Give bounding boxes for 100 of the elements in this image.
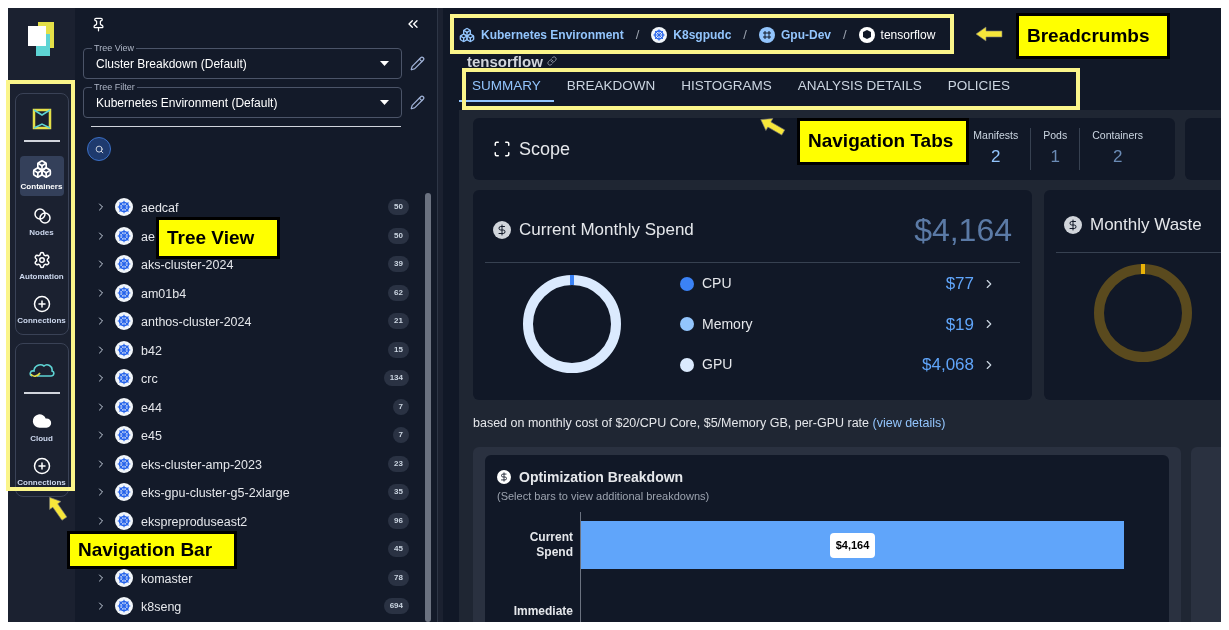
helm-icon [115,568,133,587]
tree-item-label[interactable]: komaster [141,571,193,586]
scope-icon [493,140,511,158]
dollar-icon [497,470,511,485]
dollar-icon [493,221,511,239]
breadcrumb-link[interactable]: K8sgpudc [673,26,732,44]
callout-label: Navigation Tabs [797,118,969,165]
helm-icon [115,597,133,616]
count-badge: 45 [388,541,409,558]
link-icon[interactable] [546,56,557,66]
tab[interactable]: SUMMARY [459,72,554,102]
nav-item[interactable]: Connections [19,454,64,492]
card-title: Current Monthly Spend [519,219,694,242]
tree-item-label[interactable]: e45 [141,429,162,444]
stat-value: 2 [991,146,1001,169]
nodes-icon [31,205,52,225]
helm-icon [115,198,133,217]
breadcrumb-separator: / [843,26,847,45]
count-badge: 50 [388,227,409,244]
helm-icon [115,226,133,245]
plus-circle-icon [32,457,51,475]
tree-item-label[interactable]: aks-cluster-2024 [141,258,234,273]
count-badge: 15 [388,341,409,358]
stat-label: Pods [1043,128,1068,144]
bar-category-label: Current Spend [528,530,573,561]
plus-circle-icon [32,295,51,313]
breadcrumb-separator: / [743,26,747,45]
count-badge: 21 [388,313,409,330]
nav-item[interactable]: Containers [19,156,64,196]
dollar-icon [1064,216,1082,234]
tab[interactable]: ANALYSIS DETAILS [784,72,935,102]
tree-item-label[interactable]: ae [141,229,155,244]
card-title: Monthly Waste [1090,214,1202,237]
breadcrumb-link[interactable]: Kubernetes Environment [481,26,624,44]
breadcrumb-link[interactable]: Gpu-Dev [780,26,831,44]
tree-item-label[interactable]: b42 [141,343,162,358]
nav-item[interactable]: Cloud [19,408,64,448]
tree-item-label[interactable]: eks-gpu-cluster-g5-2xlarge [141,486,290,501]
helm-icon [651,27,668,43]
helm-icon [115,426,133,445]
tree-item-label[interactable]: ekspreproduseast2 [141,514,248,529]
callout-label: Tree View [156,217,280,259]
count-badge: 50 [388,199,409,216]
nav-item[interactable]: Connections [19,292,64,330]
view-details-link[interactable]: (view details) [872,416,946,430]
breadcrumb-current: tensorflow [880,27,936,44]
tree-item-label[interactable]: anthos-cluster-2024 [141,315,252,330]
tab[interactable]: BREAKDOWN [553,72,669,102]
caret-icon [380,100,389,105]
caret-icon [380,61,389,66]
tree-item-label[interactable]: k8seng [141,600,182,615]
legend-label: GPU [702,355,734,375]
tab[interactable]: HISTOGRAMS [668,72,785,102]
boxes-icon [31,159,52,179]
nav-item[interactable]: Automation [19,248,64,286]
helm-icon [115,483,133,502]
helm-icon [115,283,133,302]
count-badge: 694 [383,598,409,615]
card-title: Optimization Breakdown [519,467,684,487]
helm-icon [115,397,133,416]
chart-bar[interactable]: $4,164 [581,521,1124,570]
helm-icon [115,255,133,274]
gear-icon [32,251,51,269]
count-badge: 78 [388,569,409,586]
stat-value: 2 [1112,146,1123,169]
total-amount: $4,164 [914,211,1012,250]
tree-item-label[interactable]: e44 [141,400,162,415]
count-badge: 35 [388,484,409,501]
tree-item-label[interactable]: aedcaf [141,201,179,216]
count-badge: 62 [388,284,409,301]
stat-label: Containers [1092,128,1143,144]
tab[interactable]: POLICIES [934,72,1024,102]
tree-item-label[interactable]: eks-cluster-amp-2023 [141,457,262,472]
helm-icon [115,454,133,473]
stat-value: 1 [1050,146,1060,169]
search-button[interactable] [87,137,111,161]
legend-value: $77 [945,273,974,295]
tree-item-label[interactable]: crc [141,372,158,387]
card-subtitle: (Select bars to view additional breakdowns) [497,488,711,504]
bar-value-label: $4,164 [829,533,876,558]
stat-label: Manifests [973,128,1019,144]
edit-icon[interactable] [410,56,425,71]
count-badge: 96 [388,512,409,529]
count-badge: 39 [388,256,409,273]
tree-item-label[interactable]: am01b4 [141,286,187,301]
pin-icon[interactable] [91,16,106,32]
callout-label: Navigation Bar [67,531,237,569]
nav-item[interactable]: Nodes [19,202,64,242]
count-badge: 23 [388,455,409,472]
page-title: tensorflow [467,53,543,69]
cost-footnote: based on monthly cost of $20/CPU Core, $5/Memory GB, per-GPU rate (view details) [473,415,947,432]
edit-icon[interactable] [410,95,425,110]
grid-circle-icon [758,27,775,43]
boxes-icon [459,27,475,43]
count-badge: 7 [392,427,409,444]
search-icon [94,144,104,154]
helm-icon [115,511,133,530]
pointer-arrow [974,26,1004,42]
helm-icon [115,369,133,388]
cloud-icon [31,411,52,431]
